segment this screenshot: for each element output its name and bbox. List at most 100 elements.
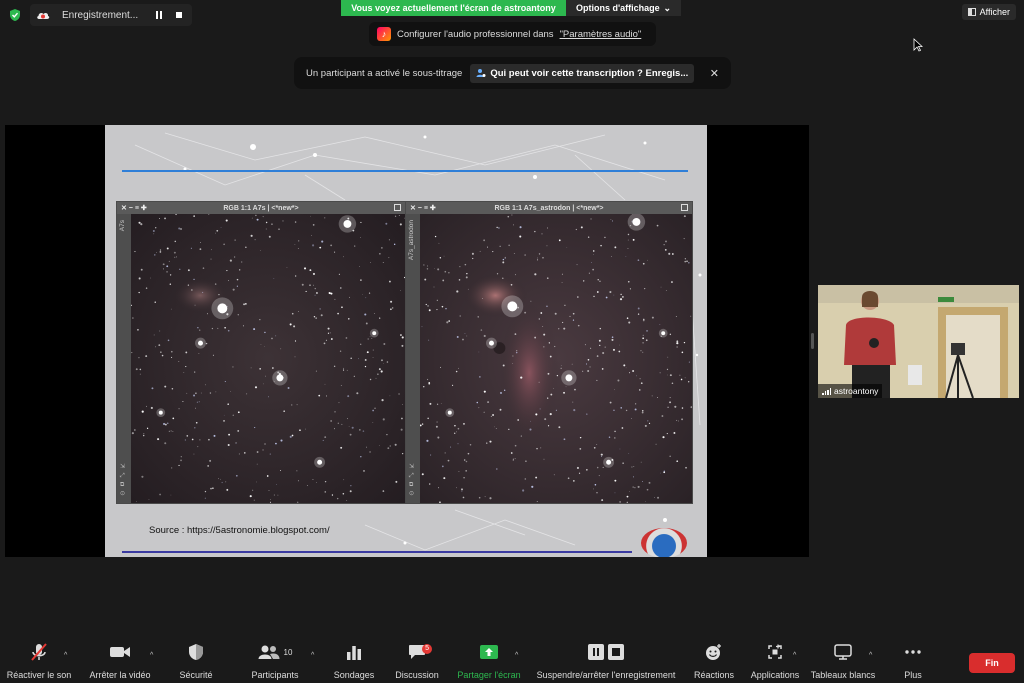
maximize-icon[interactable]: [394, 204, 401, 211]
security-label: Sécurité: [179, 670, 213, 680]
close-icon[interactable]: ✕: [710, 67, 719, 80]
shared-screen: ✕ − ≡ ✚ RGB 1:1 A7s | <*new*> A7s ⇲ ⤢ ⧉ ⊙: [5, 125, 809, 557]
view-options-button[interactable]: Options d'affichage ⌄: [566, 0, 681, 16]
window-sidebar: A7s ⇲ ⤢ ⧉ ⊙: [117, 214, 131, 503]
mouse-cursor-icon: [913, 38, 923, 52]
audio-toast-text: Configurer l'audio professionnel dans: [397, 28, 554, 40]
apps-button[interactable]: Applications: [748, 640, 802, 683]
nebula-image-a7s: [131, 214, 405, 503]
club-logo-icon: [641, 528, 687, 557]
view-options-label: Options d'affichage: [576, 3, 660, 13]
chat-unread-badge: 5: [422, 644, 432, 654]
panel-icon: [967, 8, 976, 16]
window-sidebar: A7s_astrodon ⇲ ⤢ ⧉ ⊙: [406, 214, 420, 503]
window-side-label: A7s_astrodon: [408, 220, 415, 261]
recording-label: Enregistrement...: [62, 9, 139, 21]
video-options-caret-icon[interactable]: ^: [150, 652, 153, 659]
participants-options-caret-icon[interactable]: ^: [311, 652, 314, 659]
nebula-image-a7s-astrodon: [420, 214, 692, 503]
reactions-button[interactable]: Réactions: [692, 640, 736, 683]
caption-toast-text: Un participant a activé le sous-titrage: [306, 67, 463, 79]
more-label: Plus: [904, 670, 922, 680]
slide-top-rule: [122, 170, 688, 172]
unmute-label: Réactiver le son: [6, 670, 72, 680]
window-titlebar: ✕ − ≡ ✚ RGB 1:1 A7s | <*new*>: [117, 202, 405, 214]
cloud-record-icon: [37, 12, 50, 19]
unmute-button[interactable]: Réactiver le son: [4, 640, 74, 683]
apps-options-caret-icon[interactable]: ^: [793, 652, 796, 659]
share-screen-label: Partager l'écran: [457, 670, 521, 680]
pause-stop-recording-button[interactable]: Suspendre/arrêter l'enregistrement: [530, 640, 682, 683]
maximize-icon[interactable]: [681, 204, 688, 211]
pause-recording-button[interactable]: [152, 8, 166, 22]
whiteboards-label: Tableaux blancs: [810, 670, 876, 680]
person-icon: [476, 69, 486, 77]
more-button[interactable]: Plus: [898, 640, 928, 683]
video-camera-icon: [110, 647, 130, 657]
transcript-question: Qui peut voir cette transcription ? Enre…: [490, 67, 689, 79]
window-tools[interactable]: ⇲ ⤢ ⧉ ⊙: [120, 463, 125, 499]
security-shield-icon: [10, 9, 20, 21]
shield-icon: [189, 644, 203, 660]
window-tools[interactable]: ⇲ ⤢ ⧉ ⊙: [409, 463, 414, 499]
whiteboards-button[interactable]: Tableaux blancs: [808, 640, 878, 683]
end-meeting-button[interactable]: Fin: [969, 653, 1015, 673]
participants-icon: [258, 645, 280, 659]
participants-button[interactable]: 10 Participants: [246, 640, 304, 683]
smiley-icon: [706, 644, 721, 660]
image-window-a7s: ✕ − ≡ ✚ RGB 1:1 A7s | <*new*> A7s ⇲ ⤢ ⧉ ⊙: [116, 201, 406, 504]
share-options-caret-icon[interactable]: ^: [515, 652, 518, 659]
participants-label: Participants: [251, 670, 299, 680]
share-screen-button[interactable]: Partager l'écran: [453, 640, 525, 683]
afficher-button[interactable]: Afficher: [961, 4, 1016, 20]
meeting-toolbar: Réactiver le son ^ Arrêter la vidéo ^ Sé…: [0, 640, 1024, 683]
reactions-label: Réactions: [693, 670, 735, 680]
record-label: Suspendre/arrêter l'enregistrement: [536, 670, 676, 680]
selfview-resize-handle[interactable]: [811, 333, 814, 349]
slide-source-text: Source : https://5astronomie.blogspot.co…: [149, 525, 330, 536]
participant-name-tag: astroantony: [818, 384, 883, 398]
stop-video-button[interactable]: Arrêter la vidéo: [84, 640, 156, 683]
chat-label: Discussion: [395, 670, 439, 680]
participants-count: 10: [283, 647, 293, 657]
window-titlebar: ✕ − ≡ ✚ RGB 1:1 A7s_astrodon | <*new*>: [406, 202, 692, 214]
chevron-down-icon: ⌄: [663, 2, 671, 13]
stop-recording-button[interactable]: [172, 8, 186, 22]
pause-icon: [156, 11, 162, 19]
whiteboards-options-caret-icon[interactable]: ^: [869, 652, 872, 659]
audio-settings-toast: ♪ Configurer l'audio professionnel dans …: [369, 22, 656, 46]
slide-bottom-rule: [122, 551, 632, 553]
audio-options-caret-icon[interactable]: ^: [64, 652, 67, 659]
music-note-icon: ♪: [377, 27, 391, 41]
polls-label: Sondages: [333, 670, 375, 680]
stop-video-label: Arrêter la vidéo: [89, 670, 151, 680]
caption-toast: Un participant a activé le sous-titrage …: [294, 57, 731, 89]
apps-icon: [768, 644, 782, 659]
share-screen-icon: [480, 645, 498, 659]
chat-button[interactable]: 5 Discussion: [392, 640, 442, 683]
recording-indicator: Enregistrement...: [30, 4, 192, 26]
share-banner-text: Vous voyez actuellement l'écran de astro…: [341, 0, 566, 16]
participant-video-feed: [818, 285, 1019, 398]
bar-chart-icon: [347, 646, 361, 660]
image-window-a7s-astrodon: ✕ − ≡ ✚ RGB 1:1 A7s_astrodon | <*new*> A…: [405, 201, 693, 504]
presentation-slide: ✕ − ≡ ✚ RGB 1:1 A7s | <*new*> A7s ⇲ ⤢ ⧉ ⊙: [105, 125, 707, 557]
window-side-label: A7s: [119, 220, 126, 232]
stop-icon: [176, 12, 182, 18]
participant-name: astroantony: [834, 386, 879, 396]
whiteboard-icon: [834, 644, 852, 660]
muted-microphone-icon: [31, 643, 47, 661]
more-dots-icon: [905, 650, 921, 654]
audio-settings-link[interactable]: "Paramètres audio": [560, 29, 642, 40]
pause-stop-icon: [588, 644, 624, 660]
transcript-visibility-button[interactable]: Qui peut voir cette transcription ? Enre…: [470, 63, 695, 83]
window-title: RGB 1:1 A7s | <*new*>: [223, 204, 299, 212]
apps-label: Applications: [750, 670, 800, 680]
afficher-label: Afficher: [979, 7, 1010, 17]
polls-button[interactable]: Sondages: [330, 640, 378, 683]
security-button[interactable]: Sécurité: [172, 640, 220, 683]
signal-strength-icon: [822, 387, 831, 395]
participant-video-astroantony[interactable]: astroantony: [818, 285, 1019, 398]
window-title: RGB 1:1 A7s_astrodon | <*new*>: [494, 204, 604, 212]
screen-share-banner: Vous voyez actuellement l'écran de astro…: [341, 0, 681, 16]
